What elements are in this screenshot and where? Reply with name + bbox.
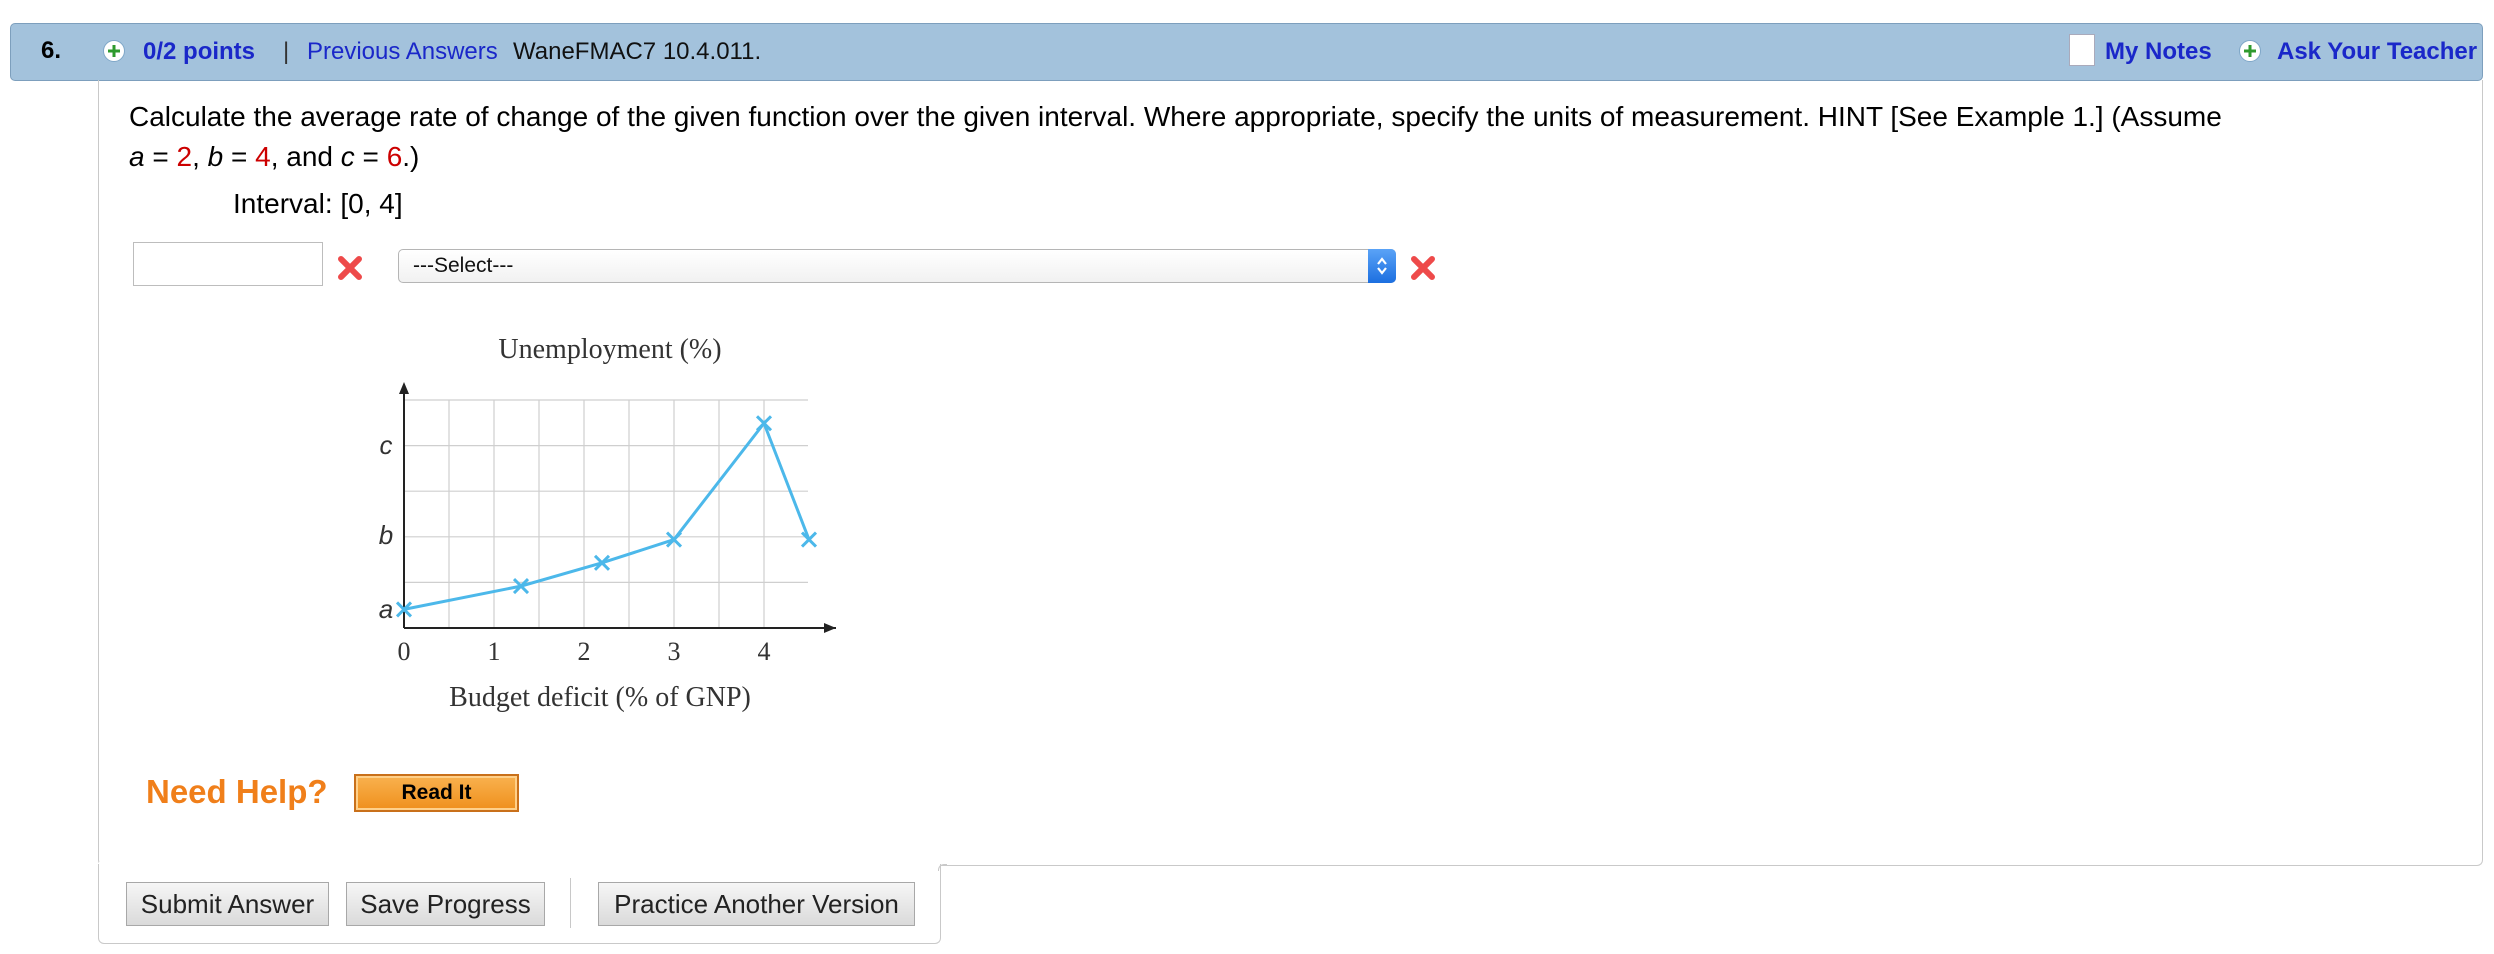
x-tick-label: 2 [578,637,591,666]
y-tick-label: c [380,430,393,460]
value-a: 2 [176,141,193,172]
interval-label: Interval: [0, 4] [233,188,403,219]
problem-code: WaneFMAC7 10.4.011. [513,38,762,65]
my-notes-link[interactable]: My Notes [2105,38,2212,66]
previous-answers-link[interactable]: Previous Answers [307,38,498,66]
ask-teacher-link[interactable]: Ask Your Teacher [2277,38,2477,66]
plus-icon[interactable] [2239,40,2261,62]
units-select[interactable]: ---Select--- [398,249,1396,283]
button-divider [570,878,571,928]
data-point-marker [800,531,818,548]
submit-answer-button[interactable]: Submit Answer [126,882,329,926]
save-progress-button[interactable]: Save Progress [346,882,545,926]
practice-another-version-button[interactable]: Practice Another Version [598,882,915,926]
y-axis-arrow [399,382,409,394]
read-it-button[interactable]: Read It [354,774,519,812]
question-prompt: Calculate the average rate of change of … [129,101,2222,132]
x-axis-label: Budget deficit (% of GNP) [449,682,751,713]
x-axis-arrow [824,623,836,633]
question-text: Calculate the average rate of change of … [129,101,2222,172]
var-b: b [207,141,224,172]
incorrect-x-icon [338,256,362,280]
chart-title: Unemployment (%) [498,334,721,365]
x-tick-label: 0 [398,637,411,666]
answer-input[interactable] [133,242,323,286]
y-tick-label: b [379,520,393,550]
units-select-value: ---Select--- [413,254,514,277]
points-link[interactable]: 0/2 points [143,38,255,66]
y-tick-label: a [379,594,393,624]
var-c: c [340,141,355,172]
select-arrows-icon[interactable] [1368,249,1396,283]
x-tick-label: 1 [488,637,501,666]
unemployment-chart: Unemployment (%) 0 1 2 3 4 a b c Budget deficit… [379,334,836,713]
x-tick-label: 4 [758,637,771,666]
notes-icon[interactable] [2069,34,2095,66]
need-help-label: Need Help? [146,773,328,810]
plus-icon[interactable] [103,40,125,62]
question-number: 6. [41,37,62,64]
var-a: a [129,141,145,172]
header-separator: | [283,38,290,65]
value-b: 4 [255,141,271,172]
series-line [403,420,811,611]
x-tick-label: 3 [668,637,681,666]
question-header: 6. 0/2 points | Previous Answers WaneFMA… [10,23,2483,81]
value-c: 6 [386,141,403,172]
incorrect-x-icon [1411,256,1435,280]
